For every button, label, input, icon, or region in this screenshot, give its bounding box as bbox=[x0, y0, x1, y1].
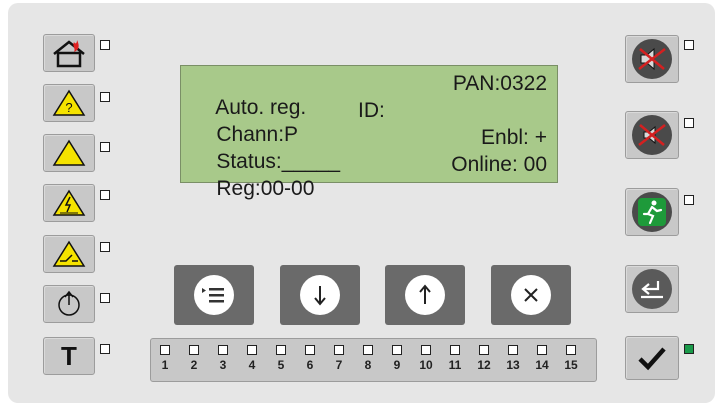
zone-indicator: 11 bbox=[445, 345, 465, 372]
zone-number: 4 bbox=[248, 358, 256, 372]
zone-number: 6 bbox=[306, 358, 314, 372]
confirm-led bbox=[684, 344, 694, 354]
power-fault-button[interactable] bbox=[43, 184, 95, 222]
general-fault-button[interactable] bbox=[43, 134, 95, 172]
zone-led bbox=[537, 345, 547, 355]
zone-led bbox=[247, 345, 257, 355]
buzzer-off-led bbox=[684, 118, 694, 128]
zone-number: 15 bbox=[564, 358, 578, 372]
lcd-registered: Reg:00-00 bbox=[216, 177, 315, 200]
zone-indicator: 10 bbox=[416, 345, 436, 372]
sound-off-led bbox=[684, 40, 694, 50]
menu-icon bbox=[202, 288, 224, 303]
zone-led bbox=[160, 345, 170, 355]
test-led bbox=[100, 344, 110, 354]
lcd-online: Online: 00 bbox=[451, 153, 547, 176]
up-button[interactable] bbox=[385, 265, 465, 325]
evacuation-led bbox=[684, 195, 694, 205]
sound-off-icon bbox=[638, 47, 666, 71]
zone-indicator: 15 bbox=[561, 345, 581, 372]
unknown-fault-led bbox=[100, 92, 110, 102]
zone-number: 9 bbox=[393, 358, 401, 372]
test-icon: T bbox=[61, 340, 77, 371]
zone-number: 10 bbox=[419, 358, 433, 372]
evacuation-icon bbox=[638, 198, 666, 226]
arrow-up-icon bbox=[419, 284, 431, 304]
general-fault-led bbox=[100, 142, 110, 152]
zone-indicator: 4 bbox=[242, 345, 262, 372]
confirm-check-icon bbox=[638, 347, 666, 371]
disabled-button[interactable] bbox=[43, 235, 95, 273]
zone-indicator: 12 bbox=[474, 345, 494, 372]
sound-off-button[interactable] bbox=[625, 35, 679, 83]
buzzer-off-button[interactable] bbox=[625, 111, 679, 159]
zone-indicator: 5 bbox=[271, 345, 291, 372]
zone-led bbox=[421, 345, 431, 355]
power-led bbox=[100, 293, 110, 303]
zone-indicator: 1 bbox=[155, 345, 175, 372]
zone-indicator: 8 bbox=[358, 345, 378, 372]
zone-indicator: 13 bbox=[503, 345, 523, 372]
menu-button[interactable] bbox=[174, 265, 254, 325]
down-button[interactable] bbox=[280, 265, 360, 325]
fire-house-icon bbox=[53, 40, 85, 68]
lcd-id: ID: bbox=[358, 99, 385, 122]
power-button[interactable] bbox=[43, 285, 95, 323]
confirm-button[interactable] bbox=[625, 336, 679, 380]
zone-led bbox=[218, 345, 228, 355]
close-icon bbox=[524, 288, 538, 302]
zone-led bbox=[334, 345, 344, 355]
zone-number: 12 bbox=[477, 358, 491, 372]
unknown-fault-button[interactable]: ? bbox=[43, 84, 95, 122]
zone-led bbox=[276, 345, 286, 355]
zone-led bbox=[363, 345, 373, 355]
zone-number: 8 bbox=[364, 358, 372, 372]
zone-led bbox=[508, 345, 518, 355]
unknown-warning-icon: ? bbox=[52, 89, 86, 116]
zone-number: 2 bbox=[190, 358, 198, 372]
zone-indicator: 2 bbox=[184, 345, 204, 372]
back-icon bbox=[641, 281, 663, 299]
power-icon bbox=[58, 290, 80, 316]
test-button[interactable]: T bbox=[43, 337, 95, 375]
lcd-pan: PAN:0322 bbox=[452, 72, 547, 95]
fire-led bbox=[100, 40, 110, 50]
zone-number: 7 bbox=[335, 358, 343, 372]
arrow-down-icon bbox=[314, 286, 326, 306]
zone-number: 14 bbox=[535, 358, 549, 372]
zone-indicator: 3 bbox=[213, 345, 233, 372]
zone-led bbox=[305, 345, 315, 355]
warning-icon bbox=[52, 139, 86, 166]
power-fault-led bbox=[100, 190, 110, 200]
zone-indicator: 6 bbox=[300, 345, 320, 372]
zone-number: 1 bbox=[161, 358, 169, 372]
lcd-display: Auto. reg. PAN:0322 Chann:P ID: Status:_… bbox=[180, 65, 558, 200]
zone-led bbox=[392, 345, 402, 355]
zone-indicator: 14 bbox=[532, 345, 552, 372]
zone-led bbox=[189, 345, 199, 355]
svg-text:?: ? bbox=[65, 100, 72, 115]
cancel-button[interactable] bbox=[491, 265, 571, 325]
zone-indicator: 7 bbox=[329, 345, 349, 372]
zone-indicator: 9 bbox=[387, 345, 407, 372]
zone-strip: 1 2 3 4 5 6 7 8 9 10 11 12 13 14 15 bbox=[150, 338, 597, 382]
fire-alarm-button[interactable] bbox=[43, 34, 95, 72]
evacuation-button[interactable] bbox=[625, 188, 679, 236]
zone-number: 13 bbox=[506, 358, 520, 372]
disabled-led bbox=[100, 242, 110, 252]
zone-number: 3 bbox=[219, 358, 227, 372]
lcd-enable: Enbl: + bbox=[481, 126, 547, 149]
disabled-icon bbox=[52, 240, 86, 267]
electrical-fault-icon bbox=[52, 189, 86, 216]
back-button[interactable] bbox=[625, 265, 679, 313]
buzzer-off-icon bbox=[638, 124, 666, 146]
zone-led bbox=[566, 345, 576, 355]
zone-led bbox=[450, 345, 460, 355]
zone-number: 11 bbox=[448, 358, 462, 372]
zone-number: 5 bbox=[277, 358, 285, 372]
zone-led bbox=[479, 345, 489, 355]
